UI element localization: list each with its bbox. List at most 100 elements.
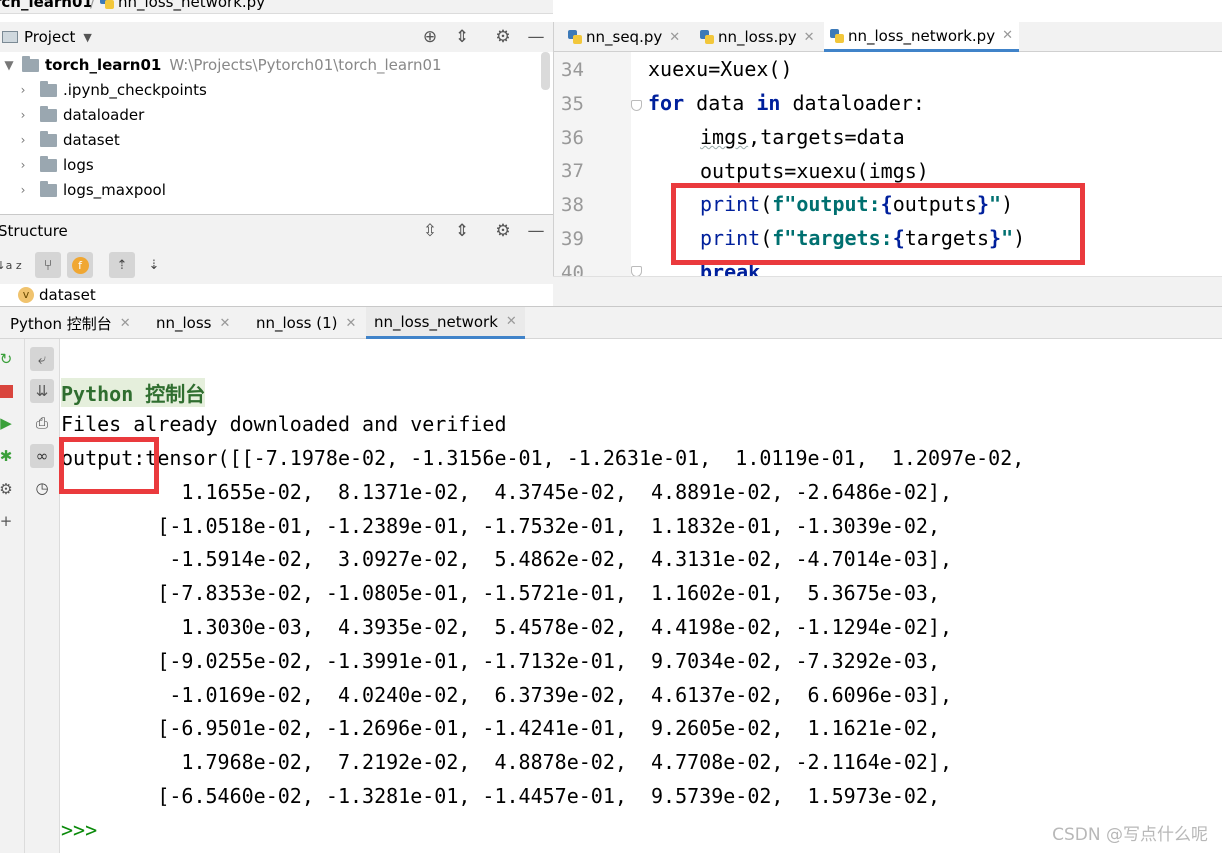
tree-item-ipynb-checkpoints[interactable]: › .ipynb_checkpoints (16, 78, 207, 102)
show-variables-icon[interactable]: ∞ (30, 444, 54, 468)
close-icon[interactable]: ✕ (506, 314, 517, 329)
show-fields-button[interactable]: f (67, 252, 93, 278)
console-prompt[interactable]: >>> (61, 818, 97, 842)
tab-label: nn_seq.py (586, 28, 663, 46)
arrow-up-icon: ⇡ (116, 257, 128, 273)
gear-icon[interactable]: ⚙ (492, 220, 514, 242)
history-icon[interactable]: ◷ (30, 476, 54, 500)
gear-icon[interactable]: ⚙ (492, 26, 514, 48)
tab-run-nn-loss-network[interactable]: nn_loss_network ✕ (366, 307, 525, 339)
project-tree-scrollbar[interactable] (541, 52, 550, 90)
field-icon: f (71, 256, 89, 274)
tab-python-console[interactable]: Python 控制台 ✕ (2, 307, 139, 339)
stop-icon[interactable] (0, 379, 18, 403)
console-line: -1.0169e-02, 4.0240e-02, 6.3739e-02, 4.6… (61, 683, 953, 707)
code-text: outputs=xuexu(imgs) (700, 159, 929, 183)
chevron-right-icon[interactable]: › (16, 183, 30, 197)
tab-nn-loss[interactable]: nn_loss.py ✕ (694, 22, 821, 52)
console-line: Files already downloaded and verified (61, 412, 507, 436)
show-inherited-button[interactable]: ⑂ (35, 252, 61, 278)
python-file-icon (568, 30, 582, 44)
add-icon[interactable]: + (0, 509, 18, 533)
print-icon[interactable]: ⎙ (30, 411, 54, 435)
debug-icon[interactable]: ✱ (0, 444, 18, 468)
code-text: imgs (700, 125, 749, 149)
tab-label: Python 控制台 (10, 314, 112, 333)
run-icon[interactable]: ▶ (0, 411, 18, 435)
tab-nn-seq[interactable]: nn_seq.py ✕ (562, 22, 686, 52)
console-line: output:tensor([[-7.1978e-02, -1.3156e-01… (61, 446, 1025, 470)
project-panel-title[interactable]: Project (24, 28, 75, 46)
minimize-icon[interactable]: — (525, 26, 547, 48)
console-line: [-9.0255e-02, -1.3991e-01, -1.7132e-01, … (61, 649, 940, 673)
console-line: 1.3030e-03, 4.3935e-02, 5.4578e-02, 4.41… (61, 615, 953, 639)
tab-nn-loss-network[interactable]: nn_loss_network.py ✕ (824, 22, 1019, 52)
rerun-icon[interactable]: ↻ (0, 347, 18, 371)
expand-all-icon[interactable]: ⇳ (419, 220, 441, 242)
line-number: 35 (561, 93, 584, 115)
structure-panel-header: Structure ⇳ ⇕ ⚙ — (0, 214, 553, 246)
chevron-down-icon[interactable]: ▼ (2, 58, 16, 72)
navigate-down-button[interactable]: ⇣ (141, 252, 167, 278)
console-line: 1.7968e-02, 7.2192e-02, 4.8878e-02, 4.77… (61, 750, 953, 774)
minimize-icon[interactable]: — (525, 220, 547, 242)
structure-toolbar: ↓a z ⑂ f ⇡ ⇣ (0, 246, 553, 284)
code-line-37: outputs=xuexu(imgs) (700, 159, 929, 183)
chevron-right-icon[interactable]: › (16, 158, 30, 172)
chevron-right-icon[interactable]: › (16, 108, 30, 122)
editor-bottom-strip (553, 276, 1222, 306)
folder-icon (40, 130, 57, 147)
hierarchy-icon: ⑂ (43, 256, 53, 274)
folder-icon (40, 105, 57, 122)
close-icon[interactable]: ✕ (220, 316, 231, 331)
fold-marker-icon[interactable] (631, 266, 642, 276)
tab-label: nn_loss (1) (256, 314, 338, 332)
tab-run-nn-loss[interactable]: nn_loss ✕ (148, 307, 238, 339)
tree-root-torch-learn01[interactable]: ▼ torch_learn01 W:\Projects\Pytorch01\to… (2, 53, 442, 77)
navigate-up-button[interactable]: ⇡ (109, 252, 135, 278)
console-output[interactable]: Python 控制台 Files already downloaded and … (61, 339, 1222, 853)
close-icon[interactable]: ✕ (669, 30, 680, 45)
console-line: [-1.0518e-01, -1.2389e-01, -1.7532e-01, … (61, 514, 940, 538)
console-annotation-box (59, 437, 159, 494)
editor-tab-bar: nn_seq.py ✕ nn_loss.py ✕ nn_loss_network… (553, 22, 1222, 52)
close-icon[interactable]: ✕ (346, 316, 357, 331)
breadcrumb-project[interactable]: rch_learn01 (0, 0, 93, 11)
tree-item-dataloader[interactable]: › dataloader (16, 103, 144, 127)
soft-wrap-icon[interactable]: ⤶ (30, 347, 54, 371)
collapse-all-icon[interactable]: ⇕ (451, 26, 473, 48)
code-keyword: for (648, 91, 685, 115)
python-file-icon (700, 30, 714, 44)
close-icon[interactable]: ✕ (804, 30, 815, 45)
collapse-all-icon[interactable]: ⇕ (451, 220, 473, 242)
project-panel-icon (2, 31, 18, 43)
code-keyword: in (756, 91, 781, 115)
arrow-down-icon: ⇣ (148, 257, 160, 273)
sort-alphabetically-button[interactable]: ↓a z (0, 252, 22, 278)
tree-item-logs[interactable]: › logs (16, 153, 94, 177)
tab-label: nn_loss (156, 314, 212, 332)
structure-item-dataset[interactable]: v dataset (18, 284, 96, 306)
project-tree: ▼ torch_learn01 W:\Projects\Pytorch01\to… (0, 52, 553, 214)
close-icon[interactable]: ✕ (120, 316, 131, 331)
chevron-right-icon[interactable]: › (16, 83, 30, 97)
breadcrumb-file-label: nn_loss_network.py (118, 0, 266, 11)
chevron-down-icon[interactable]: ▼ (83, 31, 91, 44)
python-file-icon (830, 28, 844, 43)
locate-target-icon[interactable]: ⊕ (419, 26, 441, 48)
console-left-toolbar: ↻ ▶ ✱ ⚙ + (0, 339, 25, 853)
tab-run-nn-loss-1[interactable]: nn_loss (1) ✕ (248, 307, 364, 339)
chevron-right-icon[interactable]: › (16, 133, 30, 147)
close-icon[interactable]: ✕ (1002, 28, 1013, 43)
scroll-to-end-icon[interactable]: ⇊ (30, 379, 54, 403)
line-number: 39 (561, 228, 584, 250)
folder-icon (22, 55, 39, 72)
console-line: [-7.8353e-02, -1.0805e-01, -1.5721e-01, … (61, 581, 940, 605)
tree-item-logs-maxpool[interactable]: › logs_maxpool (16, 178, 166, 202)
fold-marker-icon[interactable] (631, 100, 642, 111)
code-text: data (684, 91, 757, 115)
gear-icon[interactable]: ⚙ (0, 477, 18, 501)
structure-panel-title[interactable]: Structure (0, 222, 68, 240)
tree-item-dataset[interactable]: › dataset (16, 128, 120, 152)
breadcrumb-file[interactable]: nn_loss_network.py (100, 0, 265, 11)
